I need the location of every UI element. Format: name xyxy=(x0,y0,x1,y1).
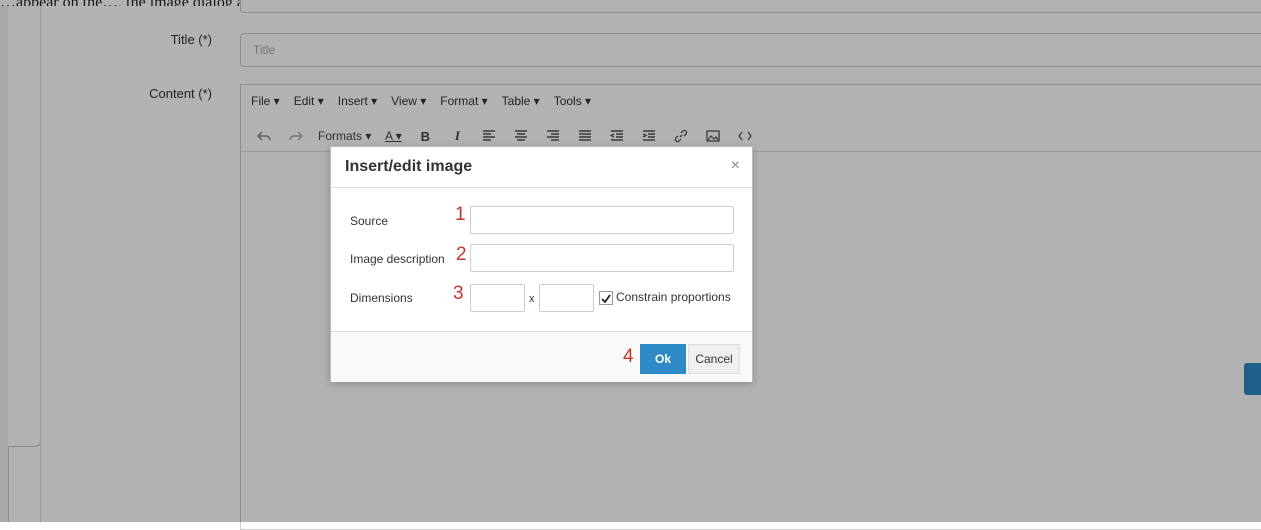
ok-button[interactable]: Ok xyxy=(640,344,686,374)
annotation-3: 3 xyxy=(453,283,464,304)
dialog-title: Insert/edit image xyxy=(345,158,473,175)
width-input[interactable] xyxy=(470,284,525,312)
constrain-proportions-label: Constrain proportions xyxy=(616,290,731,304)
dimensions-label: Dimensions xyxy=(350,291,413,305)
annotation-1: 1 xyxy=(455,204,466,225)
image-description-input[interactable] xyxy=(470,244,734,272)
height-input[interactable] xyxy=(539,284,594,312)
cancel-button[interactable]: Cancel xyxy=(688,344,740,374)
image-description-label: Image description xyxy=(350,252,445,266)
annotation-2: 2 xyxy=(456,244,467,265)
checkmark-icon xyxy=(601,293,611,303)
insert-image-dialog: Insert/edit image × Source 1 Image descr… xyxy=(330,146,753,382)
source-label: Source xyxy=(350,214,389,228)
source-input[interactable] xyxy=(470,206,734,234)
close-icon[interactable]: × xyxy=(731,157,740,175)
dialog-footer: 4 Ok Cancel xyxy=(331,331,752,382)
dialog-header: Insert/edit image × xyxy=(331,147,752,188)
constrain-proportions-checkbox[interactable] xyxy=(599,291,613,305)
annotation-4: 4 xyxy=(623,346,634,367)
dimensions-separator: x xyxy=(529,293,535,305)
